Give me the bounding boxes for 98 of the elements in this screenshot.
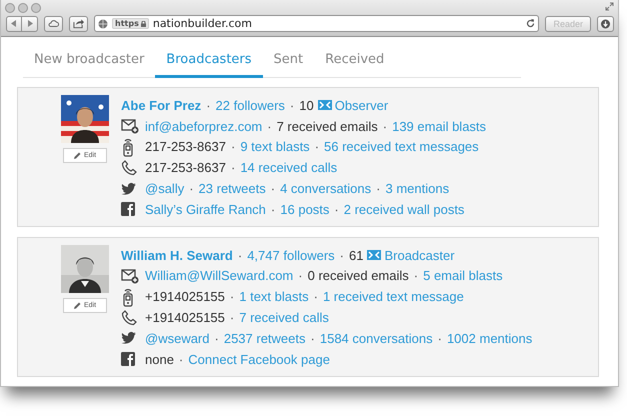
separator-dot: · <box>382 118 388 134</box>
link[interactable]: 14 received calls <box>240 160 338 176</box>
tab[interactable]: Sent <box>262 48 314 78</box>
link[interactable]: inf@abeforprez.com <box>145 118 262 134</box>
separator-dot: · <box>314 139 320 154</box>
link[interactable]: 2 received wall posts <box>344 202 464 217</box>
back-button[interactable] <box>6 16 22 32</box>
role-link[interactable]: Broadcaster <box>384 248 455 263</box>
separator-dot: · <box>310 330 315 346</box>
link[interactable]: @sally <box>145 181 184 196</box>
separator-dot: · <box>314 289 318 304</box>
forward-button[interactable] <box>22 16 38 32</box>
link[interactable]: Connect Facebook page <box>188 352 330 367</box>
link[interactable]: 1584 conversations <box>320 330 433 346</box>
mobile-phone-icon <box>121 286 135 307</box>
window-zoom-button[interactable] <box>31 3 41 13</box>
tab[interactable]: Received <box>314 48 396 78</box>
share-icon <box>73 18 84 28</box>
separator-dot: · <box>230 139 236 154</box>
bird-icon <box>121 331 137 346</box>
link[interactable]: 4,747 followers <box>247 248 335 263</box>
separator-dot: · <box>334 202 339 217</box>
link[interactable]: 5 email blasts <box>423 268 503 284</box>
tab[interactable]: Broadcasters <box>155 48 263 78</box>
info-text: 7 received emails <box>276 118 378 134</box>
link[interactable]: 7 received calls <box>239 310 329 326</box>
badge-icon <box>367 250 382 260</box>
envelope-icon <box>121 118 139 134</box>
badge-icon <box>318 100 332 110</box>
separator-dot: · <box>270 202 276 217</box>
bird-icon <box>121 182 137 196</box>
link[interactable]: 56 received text messages <box>324 139 479 154</box>
info-text: none <box>145 352 174 367</box>
link[interactable]: Sally’s Giraffe Ranch <box>145 202 266 217</box>
reload-icon[interactable] <box>526 19 536 28</box>
separator-dot: · <box>214 330 219 346</box>
mobile-phone-icon <box>121 136 135 157</box>
info-text: 10 <box>299 98 314 113</box>
link[interactable]: 4 conversations <box>280 181 372 196</box>
separator-dot: · <box>230 289 234 304</box>
share-button[interactable] <box>69 16 88 32</box>
info-text: +1914025155 <box>145 289 225 304</box>
separator-dot: · <box>290 98 294 113</box>
link[interactable]: 16 posts <box>280 202 330 217</box>
pencil-icon <box>74 302 81 309</box>
separator-dot: · <box>206 98 211 113</box>
separator-dot: · <box>178 352 184 367</box>
phone-icon <box>121 310 137 326</box>
link[interactable]: 1002 mentions <box>446 330 532 346</box>
address-field[interactable]: https nationbuilder.com <box>94 15 540 32</box>
fullscreen-icon[interactable] <box>605 2 614 11</box>
download-icon <box>601 18 610 28</box>
info-text: 217-253-8637 <box>145 139 226 154</box>
separator-dot: · <box>189 181 194 196</box>
link[interactable]: 9 text blasts <box>240 139 310 154</box>
https-label: https <box>115 19 139 28</box>
link[interactable]: 22 followers <box>216 98 285 113</box>
globe-icon <box>98 18 108 28</box>
link[interactable]: 139 email blasts <box>392 118 486 134</box>
separator-dot: · <box>414 268 418 284</box>
separator-dot: · <box>230 310 234 326</box>
broadcaster-name-link[interactable]: William H. Seward <box>121 248 233 263</box>
window-close-button[interactable] <box>5 3 15 13</box>
tab[interactable]: New broadcaster <box>23 48 156 78</box>
pencil-icon <box>74 152 81 159</box>
info-text: 0 received emails <box>308 268 409 284</box>
broadcaster-name-link[interactable]: Abe For Prez <box>121 98 202 113</box>
left-triangle-icon <box>11 20 17 27</box>
role-link[interactable]: Observer <box>334 98 388 113</box>
cloud-icon <box>48 19 59 28</box>
separator-dot: · <box>230 160 236 176</box>
info-text: 217-253-8637 <box>145 160 226 176</box>
link[interactable]: @wseward <box>145 330 210 346</box>
phone-icon <box>121 160 137 176</box>
link[interactable]: 2537 retweets <box>224 330 306 346</box>
separator-dot: · <box>298 268 303 284</box>
link[interactable]: 3 mentions <box>386 181 450 196</box>
separator-dot: · <box>438 330 442 346</box>
info-text: +1914025155 <box>145 310 225 326</box>
separator-dot: · <box>270 181 276 196</box>
cloud-button[interactable] <box>44 16 63 32</box>
link[interactable]: 1 received text message <box>322 289 464 304</box>
window-minimize-button[interactable] <box>18 3 28 13</box>
link[interactable]: 23 retweets <box>198 181 266 196</box>
f-square-icon <box>121 202 135 216</box>
info-text: 61 <box>349 248 364 263</box>
envelope-icon <box>121 268 139 284</box>
separator-dot: · <box>376 181 380 196</box>
separator-dot: · <box>340 248 344 263</box>
separator-dot: · <box>238 248 242 263</box>
right-triangle-icon <box>26 20 32 27</box>
downloads-button[interactable] <box>597 16 614 32</box>
link[interactable]: 1 text blasts <box>239 289 309 304</box>
link[interactable]: William@WillSeward.com <box>145 268 294 284</box>
separator-dot: · <box>267 118 272 134</box>
f-square-icon <box>121 352 135 366</box>
lock-icon <box>140 20 146 26</box>
url-text: nationbuilder.com <box>152 17 253 30</box>
